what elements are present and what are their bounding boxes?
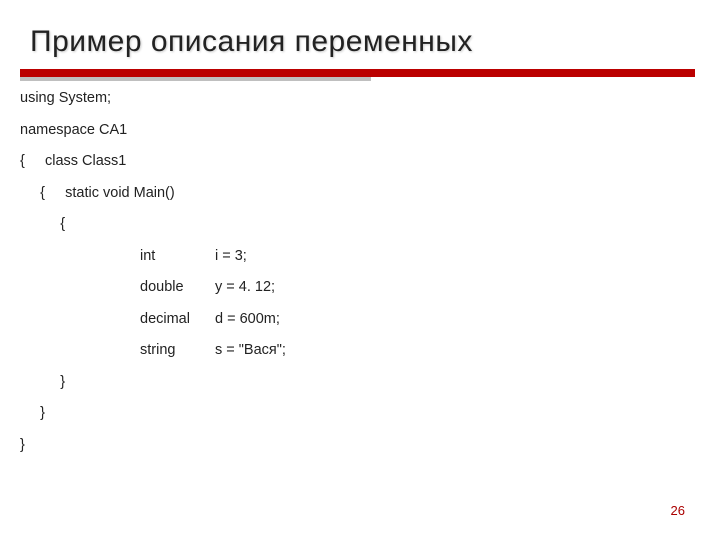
- code-line: using System;: [20, 91, 700, 106]
- code-line: }: [20, 438, 700, 453]
- code-line: { static void Main(): [20, 186, 700, 201]
- code-line: {: [20, 217, 700, 232]
- code-line: inti = 3;: [20, 249, 700, 264]
- code-line: decimald = 600m;: [20, 312, 700, 327]
- code-line: doubley = 4. 12;: [20, 280, 700, 295]
- code-line: }: [20, 406, 700, 421]
- code-line: }: [20, 375, 700, 390]
- page-number: 26: [671, 503, 685, 518]
- slide-title: Пример описания переменных: [0, 0, 720, 69]
- code-line: { class Class1: [20, 154, 700, 169]
- title-underline: [20, 69, 695, 77]
- code-block: using System; namespace CA1 { class Clas…: [0, 77, 720, 452]
- code-line: namespace CA1: [20, 123, 700, 138]
- code-line: strings = "Вася";: [20, 343, 700, 358]
